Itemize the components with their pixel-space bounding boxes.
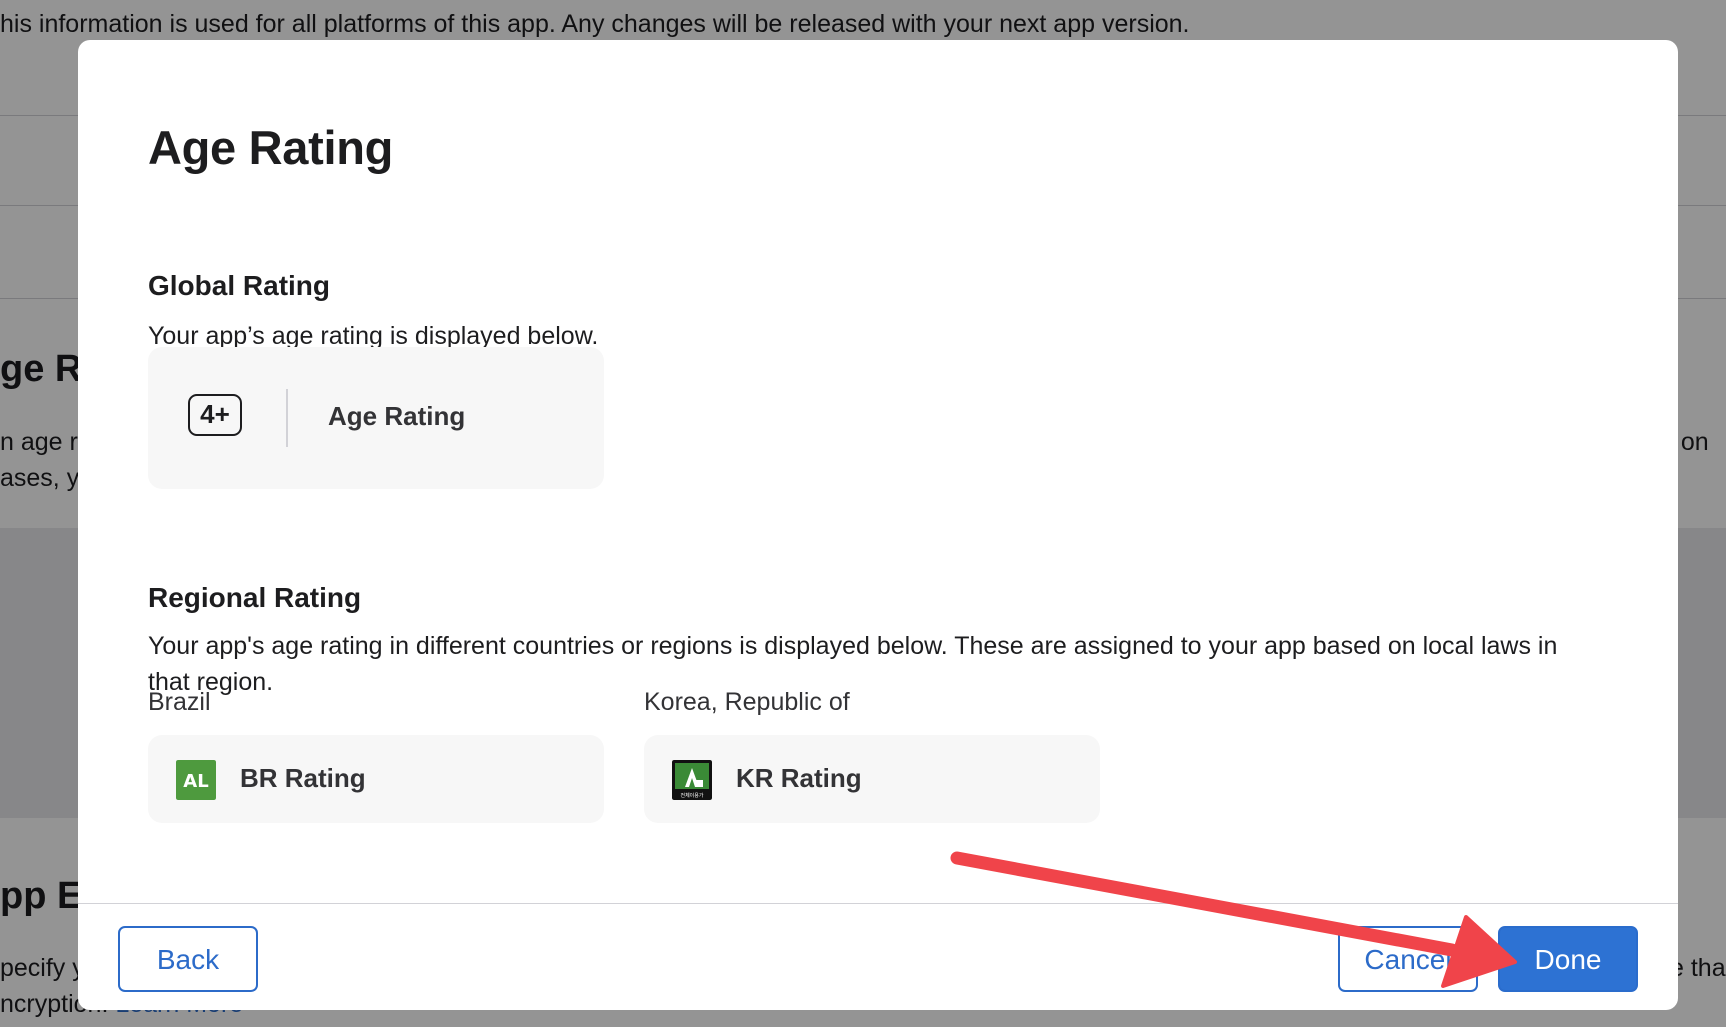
korea-rating-card: 전체이용가 KR Rating (644, 735, 1100, 823)
brazil-al-rating-icon: AL (176, 760, 216, 800)
country-label-brazil: Brazil (148, 688, 211, 716)
global-rating-card: 4+ Age Rating (148, 347, 604, 489)
country-label-korea: Korea, Republic of (644, 688, 850, 716)
cancel-button[interactable]: Cancel (1338, 926, 1478, 992)
brazil-rating-card: AL BR Rating (148, 735, 604, 823)
done-button[interactable]: Done (1498, 926, 1638, 992)
footer-divider (78, 903, 1678, 904)
age-rating-modal: Age Rating Global Rating Your app’s age … (78, 40, 1678, 1010)
korea-all-ages-rating-icon: 전체이용가 (672, 760, 712, 800)
korea-rating-label: KR Rating (736, 763, 862, 793)
modal-title: Age Rating (148, 121, 394, 174)
card-divider (286, 389, 288, 447)
global-rating-label: Age Rating (328, 401, 466, 431)
global-rating-heading: Global Rating (148, 270, 330, 301)
korea-icon-text: 전체이용가 (680, 792, 703, 799)
regional-rating-description: Your app's age rating in different count… (148, 632, 1558, 696)
brazil-icon-text: AL (183, 771, 208, 792)
regional-rating-heading: Regional Rating (148, 582, 362, 613)
brazil-rating-label: BR Rating (240, 763, 366, 793)
age-4-plus-badge-icon: 4+ (188, 394, 242, 436)
back-button[interactable]: Back (118, 926, 258, 992)
